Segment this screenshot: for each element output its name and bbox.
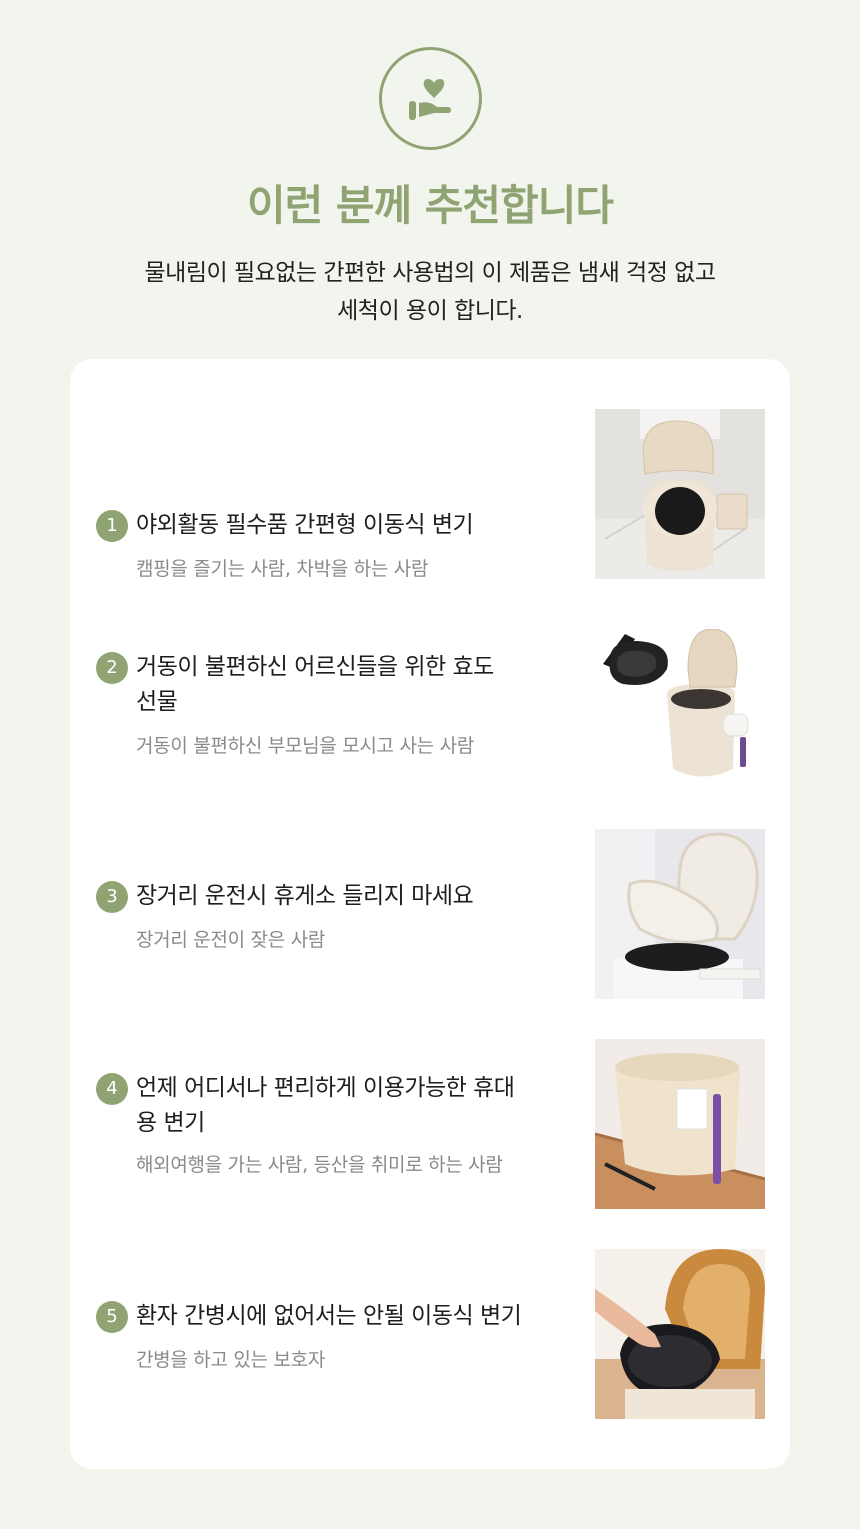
page-title: 이런 분께 추천합니다 [246,181,614,230]
item-number-badge: 1 [96,510,128,542]
product-photo [595,1039,765,1209]
item-number-badge: 3 [96,881,128,913]
item-heading: 장거리 운전시 휴게소 들리지 마세요 [136,883,474,909]
recommendation-card: 1 야외활동 필수품 간편형 이동식 변기 캠핑을 즐기는 사람, 차박을 하는… [70,359,790,1469]
item-number-badge: 2 [96,652,128,684]
item-description: 캠핑을 즐기는 사람, 차박을 하는 사람 [136,558,429,580]
item-heading: 야외활동 필수품 간편형 이동식 변기 [136,512,474,538]
heart-hand-icon [379,47,482,150]
item-description: 간병을 하고 있는 보호자 [136,1349,326,1371]
list-item: 1 야외활동 필수품 간편형 이동식 변기 캠핑을 즐기는 사람, 차박을 하는… [70,409,790,580]
item-description: 해외여행을 가는 사람, 등산을 취미로 하는 사람 [136,1154,503,1176]
page-subtitle: 물내림이 필요없는 간편한 사용법의 이 제품은 냄새 걱정 없고 세척이 용이… [0,254,860,330]
item-heading: 거동이 불편하신 어르신들을 위한 효도선물 [136,654,494,715]
subtitle-line-1: 물내림이 필요없는 간편한 사용법의 이 제품은 냄새 걱정 없고 [144,260,717,286]
item-number-badge: 4 [96,1073,128,1105]
item-heading: 언제 어디서나 편리하게 이용가능한 휴대용 변기 [136,1075,515,1136]
product-photo [595,829,765,999]
item-heading: 환자 간병시에 없어서는 안될 이동식 변기 [136,1303,522,1329]
subtitle-line-2: 세척이 용이 합니다. [337,298,523,324]
product-photo [595,1249,765,1419]
item-description: 거동이 불편하신 부모님을 모시고 사는 사람 [136,735,474,757]
product-photo [595,629,765,799]
product-photo [595,409,765,579]
list-item: 3 장거리 운전시 휴게소 들리지 마세요 장거리 운전이 잦은 사람 [70,829,790,999]
list-item: 5 환자 간병시에 없어서는 안될 이동식 변기 간병을 하고 있는 보호자 [70,1249,790,1419]
list-item: 4 언제 어디서나 편리하게 이용가능한 휴대용 변기 해외여행을 가는 사람,… [70,1039,790,1209]
list-item: 2 거동이 불편하신 어르신들을 위한 효도선물 거동이 불편하신 부모님을 모… [70,629,790,799]
item-description: 장거리 운전이 잦은 사람 [136,929,326,951]
item-number-badge: 5 [96,1301,128,1333]
